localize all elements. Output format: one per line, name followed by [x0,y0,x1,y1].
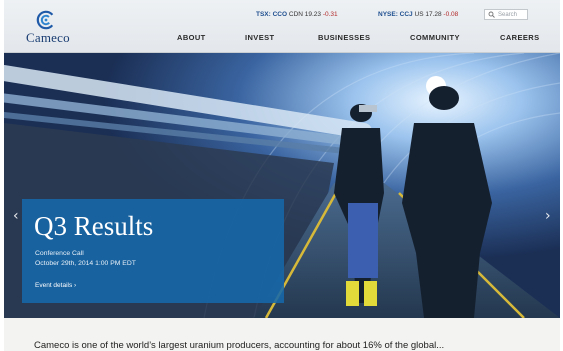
stock-tickers: TSX: CCO CDN 19.23 -0.31 NYSE: CCJ US 17… [256,9,546,23]
nav-item-careers[interactable]: CAREERS [500,33,539,42]
main-nav: ABOUT INVEST BUSINESSES COMMUNITY CAREER… [4,33,560,47]
carousel-next-button[interactable]: › [545,208,551,224]
intro-text: Cameco is one of the world’s largest ura… [34,340,445,351]
ticker-tsx: TSX: CCO CDN 19.23 -0.31 [256,11,338,18]
event-details-link[interactable]: Event details › [35,282,76,289]
promo-date: October 29th, 2014 1:00 PM EDT [35,260,136,267]
ticker-tsx-change: -0.31 [322,11,338,18]
ticker-tsx-quote: CDN 19.23 [288,11,322,18]
hero-carousel: ‹ › Q3 Results Conference Call October 2… [4,53,560,318]
carousel-prev-button[interactable]: ‹ [13,208,19,224]
cameco-logo-icon [36,10,56,30]
promo-panel: Q3 Results Conference Call October 29th,… [22,199,284,303]
intro-section: Cameco is one of the world’s largest ura… [4,318,560,351]
ticker-nyse-change: -0.08 [443,11,459,18]
ticker-nyse: NYSE: CCJ US 17.28 -0.08 [378,11,458,18]
nav-item-about[interactable]: ABOUT [177,33,206,42]
search-icon[interactable] [488,11,495,22]
search-placeholder: Search [498,12,518,18]
nav-item-invest[interactable]: INVEST [245,33,275,42]
nav-item-businesses[interactable]: BUSINESSES [318,33,370,42]
site-header: Cameco TSX: CCO CDN 19.23 -0.31 NYSE: CC… [4,0,560,53]
promo-title: Q3 Results [34,211,154,241]
nav-item-community[interactable]: COMMUNITY [410,33,460,42]
promo-subtitle: Conference Call [35,250,84,257]
ticker-nyse-quote: US 17.28 [414,11,442,18]
page: Cameco TSX: CCO CDN 19.23 -0.31 NYSE: CC… [4,0,560,351]
search-input[interactable]: Search [484,9,528,20]
ticker-tsx-exchange: TSX: CCO [256,11,288,18]
ticker-nyse-exchange: NYSE: CCJ [378,11,413,18]
